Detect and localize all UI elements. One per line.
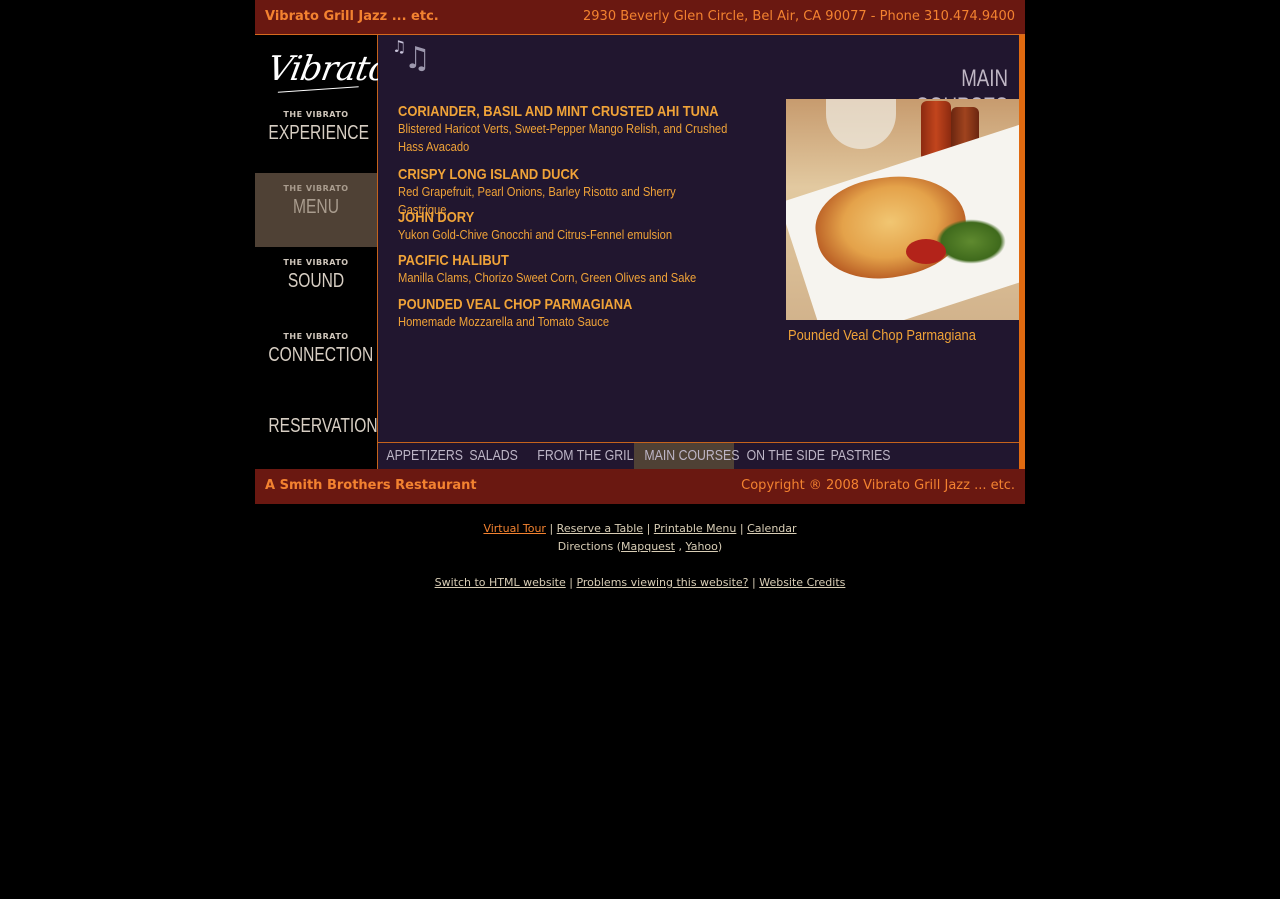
problems-viewing-link[interactable]: Problems viewing this website?: [576, 576, 748, 589]
switch-html-link[interactable]: Switch to HTML website: [435, 576, 566, 589]
orange-edge-divider: [1019, 35, 1025, 469]
photo-caption: Pounded Veal Chop Parmagiana: [788, 327, 976, 344]
sidebar-item-label: EXPERIENCE: [268, 122, 369, 144]
tab-pastries[interactable]: PASTRIES: [824, 443, 892, 469]
printable-menu-link[interactable]: Printable Menu: [654, 522, 737, 535]
mapquest-link[interactable]: Mapquest: [621, 540, 675, 553]
sidebar-item-small-label: THE VIBRATO: [283, 184, 349, 193]
directions-label: Directions (: [557, 540, 622, 553]
dish-description: Manilla Clams, Chorizo Sweet Corn, Green…: [398, 270, 697, 285]
sidebar-item-experience[interactable]: THE VIBRATO EXPERIENCE: [255, 99, 377, 173]
sidebar-item-connection[interactable]: THE VIBRATO CONNECTION: [255, 321, 377, 395]
dish-description: Homemade Mozzarella and Tomato Sauce: [398, 314, 610, 329]
logo-text: Vibrato: [264, 49, 392, 89]
site-title: Vibrato Grill Jazz ... etc.: [265, 9, 439, 24]
music-notes-icon: ♫ ♫: [392, 37, 431, 76]
menu-item: POUNDED VEAL CHOP PARMAGIANA Homemade Mo…: [398, 296, 778, 331]
dish-name: JOHN DORY: [398, 209, 475, 226]
sidebar-item-label: MENU: [293, 196, 339, 218]
website-credits-link[interactable]: Website Credits: [759, 576, 845, 589]
menu-item: PACIFIC HALIBUT Manilla Clams, Chorizo S…: [398, 252, 778, 287]
vibrato-logo[interactable]: Vibrato: [263, 49, 392, 99]
sidebar-item-label: CONNECTION: [268, 344, 374, 366]
sidebar-item-sound[interactable]: THE VIBRATO SOUND: [255, 247, 377, 321]
tab-main-courses[interactable]: MAIN COURSES: [634, 443, 739, 469]
dish-name: CRISPY LONG ISLAND DUCK: [398, 166, 580, 183]
dish-description: Blistered Haricot Verts, Sweet-Pepper Ma…: [398, 121, 728, 154]
calendar-link[interactable]: Calendar: [747, 522, 796, 535]
restaurant-owner: A Smith Brothers Restaurant: [265, 478, 477, 493]
dish-name: PACIFIC HALIBUT: [398, 252, 509, 269]
footer-row-1: Virtual Tour | Reserve a Table | Printab…: [483, 522, 797, 535]
yahoo-link[interactable]: Yahoo: [686, 540, 718, 553]
tab-appetizers[interactable]: APPETIZERS: [378, 443, 464, 469]
sidebar-item-menu[interactable]: THE VIBRATO MENU: [255, 173, 377, 247]
copyright: Copyright ® 2008 Vibrato Grill Jazz ... …: [741, 478, 1015, 493]
footer-row-2: Switch to HTML website | Problems viewin…: [434, 576, 846, 589]
dish-photo: [786, 99, 1019, 320]
sidebar-item-small-label: THE VIBRATO: [283, 110, 349, 119]
sidebar-nav: Vibrato THE VIBRATO EXPERIENCE THE VIBRA…: [255, 35, 392, 469]
menu-content: ♫♫ MAIN COURSES CORIANDER, BASIL AND MIN…: [378, 35, 1019, 442]
reserve-table-link[interactable]: Reserve a Table: [557, 522, 643, 535]
dish-name: POUNDED VEAL CHOP PARMAGIANA: [398, 296, 633, 313]
sidebar-item-label: RESERVATIONS: [268, 415, 389, 437]
address-phone: 2930 Beverly Glen Circle, Bel Air, CA 90…: [583, 9, 1015, 24]
virtual-tour-link[interactable]: Virtual Tour: [483, 522, 546, 535]
sidebar-item-small-label: THE VIBRATO: [283, 258, 349, 267]
dish-name: CORIANDER, BASIL AND MINT CRUSTED AHI TU…: [398, 103, 719, 120]
tab-on-the-side[interactable]: ON THE SIDE: [738, 443, 825, 469]
menu-category-tabs: APPETIZERS SALADS FROM THE GRILL MAIN CO…: [378, 442, 1019, 470]
menu-item: JOHN DORY Yukon Gold-Chive Gnocchi and C…: [398, 209, 778, 244]
sidebar-item-small-label: THE VIBRATO: [283, 332, 349, 341]
menu-item: CORIANDER, BASIL AND MINT CRUSTED AHI TU…: [398, 103, 778, 156]
footer-row-directions: Directions (Mapquest , Yahoo): [557, 540, 723, 553]
tab-salads[interactable]: SALADS: [464, 443, 522, 469]
footer-links: Virtual Tour | Reserve a Table | Printab…: [0, 520, 1280, 592]
top-bar: Vibrato Grill Jazz ... etc. 2930 Beverly…: [255, 0, 1025, 35]
sidebar-item-label: SOUND: [287, 270, 345, 292]
tab-from-the-grill[interactable]: FROM THE GRILL: [526, 443, 640, 469]
bottom-bar: A Smith Brothers Restaurant Copyright ® …: [255, 469, 1025, 504]
dish-description: Yukon Gold-Chive Gnocchi and Citrus-Fenn…: [398, 227, 673, 242]
